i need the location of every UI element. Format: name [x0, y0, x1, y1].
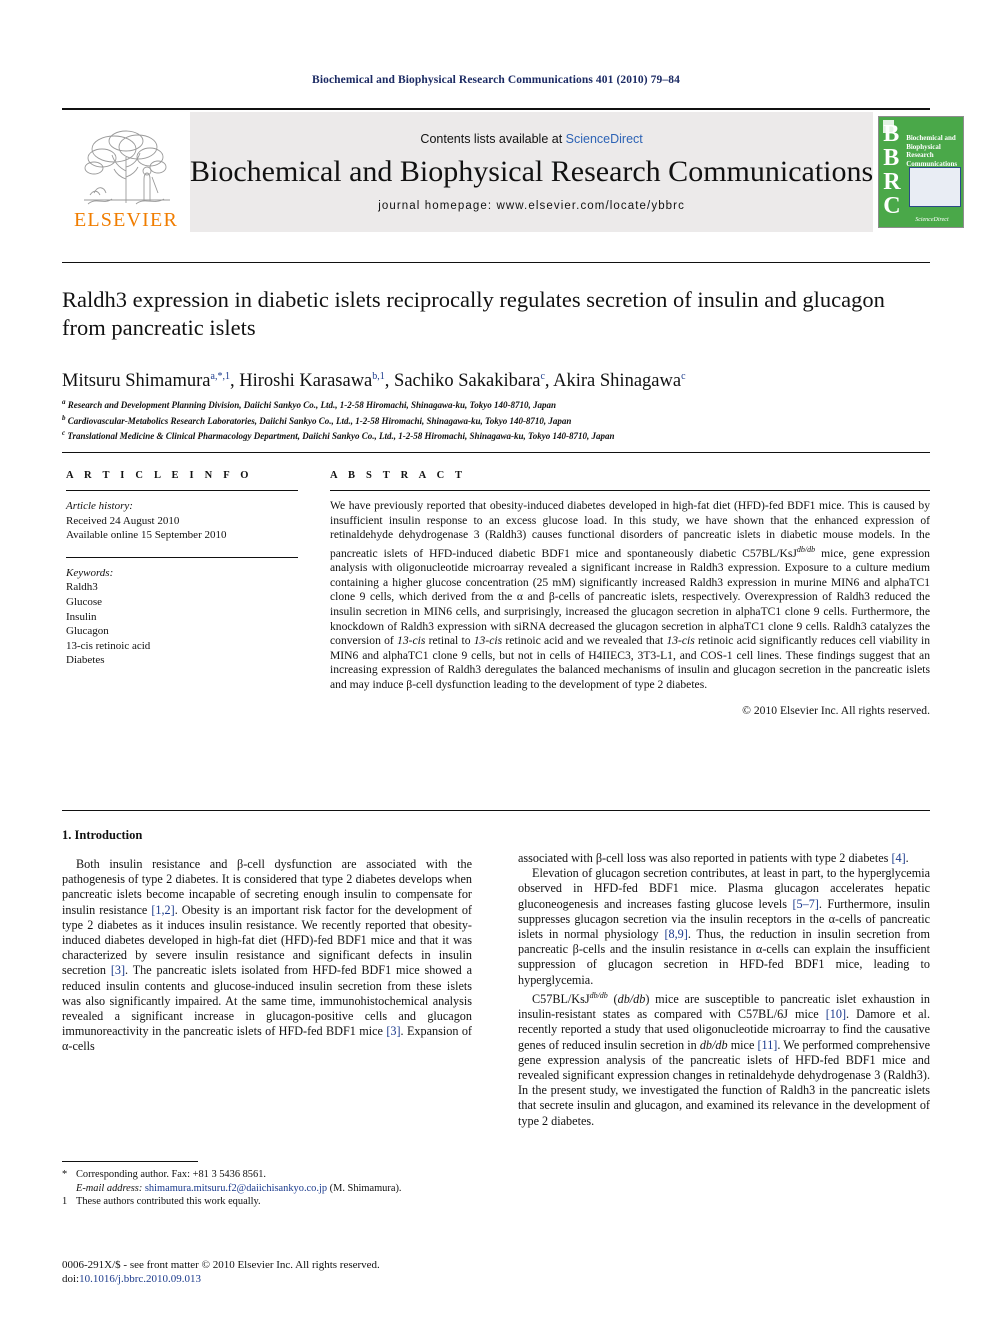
- section-heading-introduction: 1. Introduction: [62, 828, 143, 842]
- affiliation-c-text: Translational Medicine & Clinical Pharma…: [67, 431, 615, 442]
- contents-available-line: Contents lists available at ScienceDirec…: [420, 132, 642, 146]
- abstract-text: We have previously reported that obesity…: [330, 499, 931, 691]
- footnote-email-address[interactable]: shimamura.mitsuru.f2@daiichisankyo.co.jp: [145, 1183, 327, 1194]
- keywords-block: Keywords: Raldh3 Glucose Insulin Glucago…: [66, 556, 298, 668]
- footnote-corresponding-mark: *: [62, 1169, 68, 1180]
- article-info-divider-2: [66, 556, 298, 558]
- article-history-received: Received 24 August 2010: [66, 514, 180, 527]
- article-history-label: Article history:: [66, 500, 133, 512]
- keywords-label: Keywords:: [66, 566, 114, 579]
- abstract-copyright: © 2010 Elsevier Inc. All rights reserved…: [742, 703, 930, 717]
- abstract-heading: A B S T R A C T: [330, 470, 467, 481]
- affiliation-a-text: Research and Development Planning Divisi…: [67, 400, 556, 410]
- author-1: Mitsuru Shimamura: [62, 371, 211, 392]
- author-sep-3: ,: [544, 371, 554, 392]
- keyword-item: Glucose: [66, 595, 103, 608]
- title-divider: [62, 262, 930, 263]
- footnote-block: * Corresponding author. Fax: +81 3 5436 8…: [62, 1168, 472, 1209]
- author-4: Akira Shinagawa: [553, 371, 682, 392]
- imprint-issn: 0006-291X/$ - see front matter © 2010 El…: [62, 1259, 380, 1271]
- journal-homepage[interactable]: journal homepage: www.elsevier.com/locat…: [378, 200, 685, 212]
- affiliation-list: a Research and Development Planning Divi…: [62, 396, 930, 443]
- paper-page: Biochemical and Biophysical Research Com…: [0, 0, 992, 1323]
- keyword-item: Insulin: [66, 610, 97, 623]
- article-info-heading: A R T I C L E I N F O: [66, 470, 253, 481]
- article-history-online: Available online 15 September 2010: [66, 529, 227, 542]
- abstract-band-top-divider: [62, 452, 930, 453]
- footnote-email-suffix: (M. Shimamura).: [329, 1182, 402, 1194]
- footnote-equal-contribution: 1 These authors contributed this work equ…: [62, 1195, 472, 1209]
- journal-cover-thumbnail: BBRC Biochemical and Biophysical Researc…: [873, 112, 969, 232]
- footnote-corresponding: * Corresponding author. Fax: +81 3 5436 8…: [62, 1168, 472, 1182]
- footnote-equal-mark: 1: [62, 1196, 68, 1208]
- affiliation-b-mark: b: [62, 413, 66, 422]
- sciencedirect-link[interactable]: ScienceDirect: [566, 132, 643, 146]
- abstract-divider: [330, 490, 930, 491]
- page-title: Raldh3 expression in diabetic islets rec…: [62, 287, 885, 340]
- author-2: Hiroshi Karasawa: [239, 371, 373, 392]
- keyword-item: Raldh3: [66, 581, 98, 594]
- imprint-doi-line: doi:10.1016/j.bbrc.2010.09.013: [62, 1272, 562, 1286]
- article-info-column: A R T I C L E I N F O Article history: R…: [66, 470, 298, 668]
- elsevier-tree-icon: [74, 127, 178, 209]
- journal-masthead: ELSEVIER Contents lists available at Sci…: [62, 108, 965, 232]
- cover-acronym: BBRC: [883, 121, 901, 219]
- keyword-item: Glucagon: [66, 625, 109, 638]
- imprint-block: 0006-291X/$ - see front matter © 2010 El…: [62, 1258, 562, 1286]
- body-column-right: associated with β-cell loss was also rep…: [518, 851, 930, 1129]
- affiliation-b: b Cardiovascular-Metabolics Research Lab…: [62, 412, 930, 428]
- journal-title: Biochemical and Biophysical Research Com…: [190, 155, 874, 188]
- abstract-column: A B S T R A C T We have previously repor…: [330, 470, 930, 717]
- running-head: Biochemical and Biophysical Research Com…: [312, 74, 680, 86]
- cover-title: Biochemical and Biophysical Research Com…: [906, 134, 958, 168]
- keyword-item: 13-cis retinoic acid: [66, 639, 151, 652]
- imprint-doi-label: doi:: [62, 1273, 80, 1285]
- author-3: Sachiko Sakakibara: [394, 371, 541, 392]
- article-info-divider-1: [66, 490, 298, 491]
- footnote-email-label: E-mail address:: [76, 1182, 143, 1194]
- elsevier-logo: ELSEVIER: [62, 112, 190, 232]
- intro-paragraph: Elevation of glucagon secretion contribu…: [518, 866, 930, 987]
- article-history: Article history: Received 24 August 2010…: [66, 499, 298, 543]
- intro-paragraph: associated with β-cell loss was also rep…: [518, 851, 909, 865]
- author-list: Mitsuru Shimamuraa,*,1, Hiroshi Karasawa…: [62, 366, 930, 392]
- affiliation-c-mark: c: [62, 429, 66, 438]
- footnote-email: E-mail address: shimamura.mitsuru.f2@dai…: [62, 1182, 472, 1196]
- author-2-marks: b,1: [372, 371, 385, 382]
- imprint-doi[interactable]: 10.1016/j.bbrc.2010.09.013: [79, 1273, 201, 1285]
- affiliation-a-mark: a: [62, 398, 66, 406]
- footnote-corresponding-text: Corresponding author. Fax: +81 3 5436 85…: [76, 1169, 266, 1180]
- cover-sciencedirect-logo: ScienceDirect: [915, 217, 949, 223]
- affiliation-a: a Research and Development Planning Divi…: [62, 396, 930, 412]
- author-4-marks: c: [681, 371, 686, 382]
- keyword-item: Diabetes: [66, 654, 105, 667]
- abstract-band-bottom-divider: [62, 810, 930, 811]
- author-sep-1: ,: [229, 371, 240, 392]
- contents-prefix: Contents lists available at: [420, 132, 566, 146]
- author-sep-2: ,: [384, 371, 395, 392]
- masthead-center: Contents lists available at ScienceDirec…: [190, 112, 874, 232]
- cover-artwork: [909, 167, 962, 207]
- body-column-left: 1. Introduction Both insulin resistance …: [62, 828, 472, 1055]
- affiliation-c: c Translational Medicine & Clinical Phar…: [62, 427, 930, 443]
- footnote-equal-text: These authors contributed this work equa…: [76, 1196, 261, 1208]
- footnote-divider: [62, 1161, 198, 1162]
- intro-paragraph: Both insulin resistance and β-cell dysfu…: [62, 857, 472, 1054]
- intro-paragraph: C57BL/KsJdb/db (db/db) mice are suscepti…: [518, 990, 930, 1128]
- affiliation-b-text: Cardiovascular-Metabolics Research Labor…: [67, 415, 572, 426]
- elsevier-wordmark: ELSEVIER: [73, 209, 179, 231]
- author-1-marks: a,*,1: [210, 371, 230, 382]
